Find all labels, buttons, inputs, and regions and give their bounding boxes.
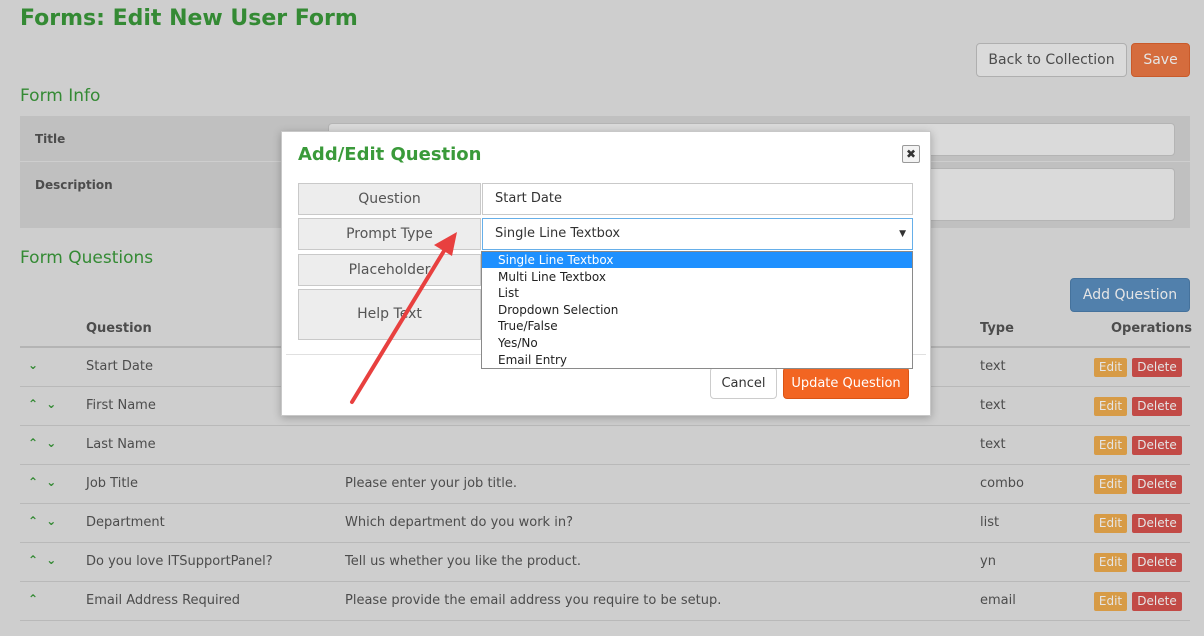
red-arrow-icon [350, 232, 457, 404]
